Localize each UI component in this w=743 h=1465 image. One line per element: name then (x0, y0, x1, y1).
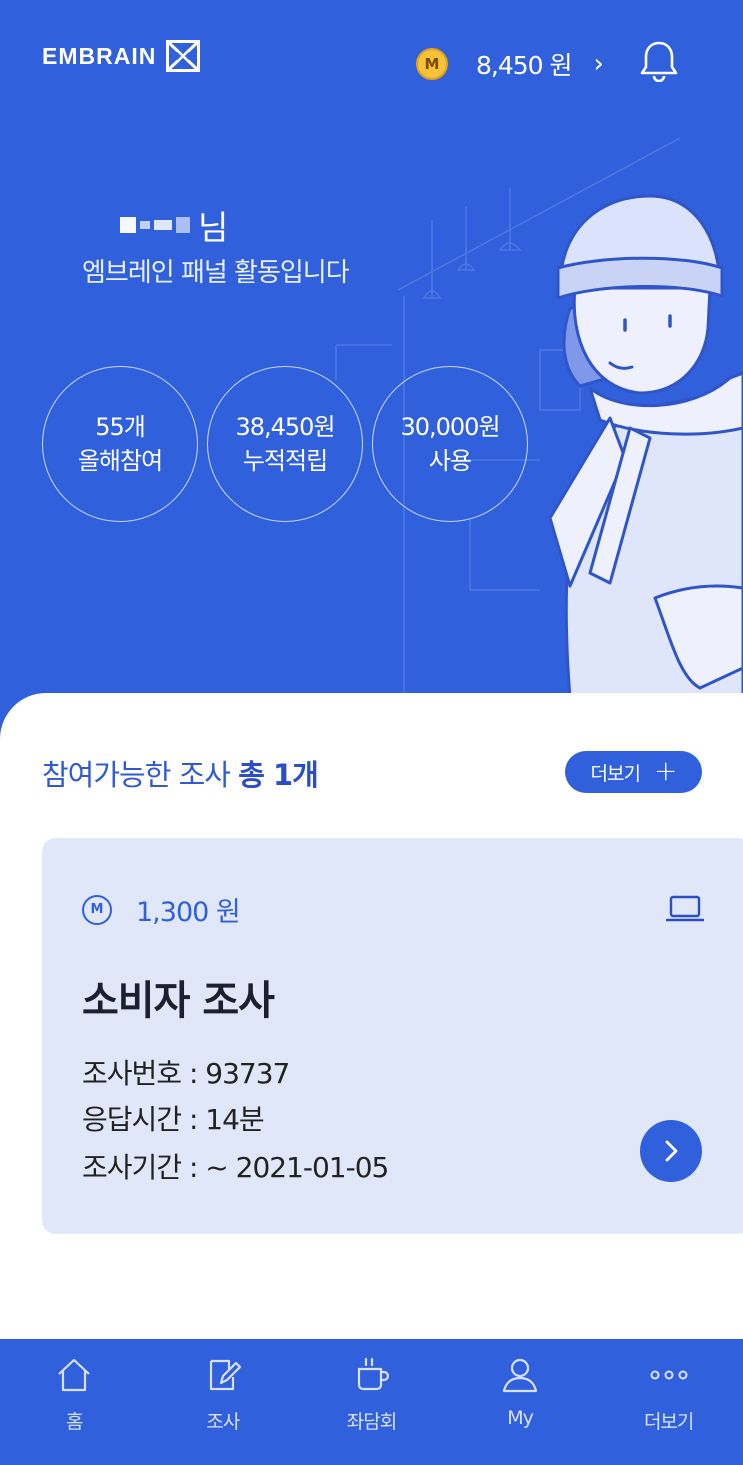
stat-label: 사용 (428, 447, 472, 475)
tab-home[interactable]: 홈 (0, 1339, 149, 1465)
points-value: 8,450 원 (476, 51, 573, 80)
embrain-logo-mark (166, 40, 201, 72)
coffee-cup-icon (358, 1357, 390, 1391)
survey-number: 조사번호 : 93737 (82, 1057, 290, 1090)
reward-value: 1,300 원 (136, 897, 241, 928)
greeting-text: 엠브레인 패널 활동입니다 (82, 258, 350, 288)
survey-title: 소비자 조사 (82, 978, 275, 1024)
tab-more[interactable]: 더보기 (594, 1339, 743, 1465)
embrain-logo: EMBRAIN (42, 38, 201, 74)
stat-accumulated: 38,450원 누적적립 (207, 366, 363, 522)
tab-label: 홈 (66, 1411, 84, 1433)
tab-focus-group[interactable]: 좌담회 (297, 1339, 446, 1465)
logo-text: EMBRAIN (42, 42, 157, 69)
tab-my[interactable]: My (446, 1339, 595, 1465)
tab-label: 좌담회 (346, 1411, 397, 1433)
stat-participation: 55개 올해참여 (42, 366, 198, 522)
survey-reward: M 1,300 원 (82, 890, 241, 929)
hero-banner: EMBRAIN M 8,450 원 › 님 엠브레인 패널 활동입니다 55개 … (0, 0, 743, 740)
bottom-tab-bar: 홈 조사 좌담회 My 더보기 (0, 1339, 743, 1465)
section-title-prefix: 참여가능한 조사 (42, 758, 231, 792)
points-balance[interactable]: M 8,450 원 › (416, 42, 604, 86)
tab-label: 더보기 (643, 1411, 694, 1433)
stat-used: 30,000원 사용 (372, 366, 528, 522)
user-name: 님 (120, 200, 228, 250)
more-button-label: 더보기 (590, 762, 641, 785)
tab-label: My (507, 1407, 534, 1429)
available-surveys-title: 참여가능한 조사 총 1개 (42, 752, 319, 794)
chevron-right-icon (665, 1140, 678, 1162)
survey-count: 총 1개 (238, 758, 319, 792)
stat-value: 38,450원 (235, 413, 335, 441)
tab-label: 조사 (206, 1411, 240, 1433)
coin-icon: M (416, 48, 448, 80)
reward-coin-icon: M (82, 894, 112, 925)
stat-label: 누적적립 (242, 447, 328, 475)
more-dots-icon (650, 1370, 688, 1380)
name-mosaic (120, 217, 190, 233)
user-icon (502, 1358, 538, 1393)
stat-label: 올해참여 (77, 447, 163, 475)
stat-value: 30,000원 (400, 413, 500, 441)
stat-value: 55개 (95, 413, 146, 441)
character-illustration (548, 194, 743, 698)
tab-survey[interactable]: 조사 (149, 1339, 298, 1465)
more-surveys-button[interactable]: 더보기 + (565, 751, 702, 793)
home-icon (58, 1358, 91, 1392)
survey-edit-icon (209, 1359, 241, 1391)
laptop-icon (666, 895, 704, 922)
survey-period: 조사기간 : ~ 2021-01-05 (82, 1151, 389, 1184)
bell-icon[interactable] (638, 38, 680, 82)
open-survey-button[interactable] (640, 1120, 702, 1182)
chevron-right-icon: › (593, 49, 604, 79)
survey-card[interactable]: M 1,300 원 소비자 조사 조사번호 : 93737 응답시간 : 14분… (42, 838, 743, 1234)
survey-duration: 응답시간 : 14분 (82, 1103, 265, 1136)
user-name-suffix: 님 (198, 208, 229, 247)
plus-icon: + (653, 753, 677, 787)
